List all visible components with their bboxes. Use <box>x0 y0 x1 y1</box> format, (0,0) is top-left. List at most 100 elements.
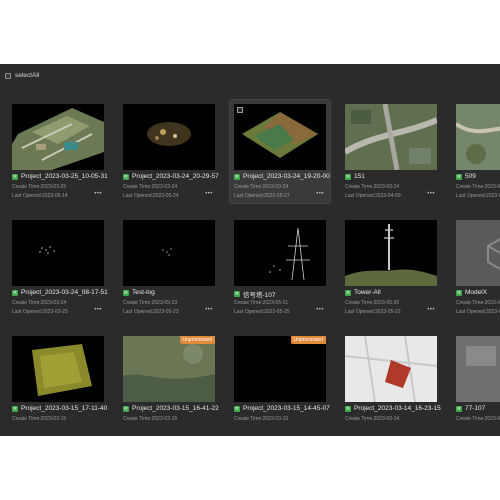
thumbnail-image <box>123 104 215 170</box>
project-card[interactable]: R Project_2023-03-25_10-05-31 Create Time:… <box>8 100 108 203</box>
last-opened: Last Opened:2023-05-24 <box>123 193 179 199</box>
create-time: Create Time:2023-03-24 <box>234 184 289 190</box>
project-thumbnail[interactable] <box>12 104 104 170</box>
project-thumbnail[interactable] <box>12 220 104 286</box>
create-time: Create Time:2023-05-20 <box>345 300 400 306</box>
thumbnail-image <box>456 220 500 286</box>
thumbnail-image <box>12 220 104 286</box>
project-title-text: Project_2023-03-24_08-17-51 <box>21 289 108 296</box>
project-title-text: 151 <box>354 173 365 180</box>
project-card[interactable]: R Tower-All Create Time:2023-05-20 Last Ope… <box>341 216 441 319</box>
project-card[interactable]: R Project_2023-03-24_08-17-51 Create Time:… <box>8 216 108 319</box>
project-gallery: selectAll R Project_2023-03-25_10-05-31 Cr… <box>0 64 500 436</box>
project-thumbnail[interactable] <box>123 104 215 170</box>
project-type-icon: R <box>456 173 462 180</box>
more-options-icon[interactable]: ••• <box>94 307 102 313</box>
thumbnail-image <box>12 104 104 170</box>
project-thumbnail[interactable] <box>234 104 326 170</box>
thumbnail-image <box>345 220 437 286</box>
project-type-icon: R <box>345 289 351 296</box>
project-title-text: 信号塔-107 <box>243 292 276 299</box>
project-thumbnail[interactable] <box>345 220 437 286</box>
project-card[interactable]: R ModelX Create Time:2023-0 Last Opened:202… <box>452 216 500 319</box>
create-time: Create Time:2023-03-15 <box>234 416 289 422</box>
thumbnail-image <box>123 220 215 286</box>
thumbnail-image <box>12 336 104 402</box>
more-options-icon[interactable]: ••• <box>205 191 213 197</box>
more-options-icon[interactable]: ••• <box>427 191 435 197</box>
project-thumbnail[interactable] <box>456 336 500 402</box>
last-opened: Last Opened:2023-05-25 <box>234 309 290 315</box>
more-options-icon[interactable]: ••• <box>205 307 213 313</box>
create-time: Create Time:2023-05-23 <box>123 300 178 306</box>
thumbnail-image <box>123 336 215 402</box>
project-title-text: Project_2023-03-15_17-11-40 <box>21 405 108 412</box>
project-type-icon: R <box>123 289 129 296</box>
project-title-text: ModelX <box>465 289 488 296</box>
project-card[interactable]: R Project_2023-03-14_16-23-15 Create Time:… <box>341 332 441 435</box>
project-title-text: Test-log <box>132 289 155 296</box>
more-options-icon[interactable]: ••• <box>316 307 324 313</box>
thumbnail-image <box>234 220 326 286</box>
last-opened: Last Opened:2023-05-22 <box>345 309 401 315</box>
create-time: Create Time:2023-03-24 <box>12 300 67 306</box>
project-title-text: Project_2023-03-24_20-29-57 <box>132 173 219 180</box>
project-type-icon: R <box>234 291 240 297</box>
project-title: R 信号塔-107 <box>234 289 276 299</box>
project-title: R Tower-All <box>345 289 381 296</box>
project-type-icon: R <box>456 289 462 296</box>
project-title: R Project_2023-03-24_19-20-00 <box>234 173 330 180</box>
last-opened: Last Opened:2023-05-27 <box>234 193 290 199</box>
project-title: R Project_2023-03-15_16-41-22 <box>123 405 219 412</box>
project-card[interactable]: R Test-log Create Time:2023-05-23 Last Open… <box>119 216 219 319</box>
card-checkbox[interactable] <box>237 107 243 113</box>
project-title-text: Project_2023-03-15_16-41-22 <box>132 405 219 412</box>
project-card[interactable]: R 77-107 Create Time:2023-0 <box>452 332 500 435</box>
unprocessed-badge: Unprocessed <box>179 336 215 344</box>
last-opened: Last Opened:2023-04-09 <box>345 193 401 199</box>
project-title: R Test-log <box>123 289 155 296</box>
more-options-icon[interactable]: ••• <box>427 307 435 313</box>
project-thumbnail[interactable] <box>345 336 437 402</box>
project-title-text: Project_2023-03-25_10-05-31 <box>21 173 108 180</box>
create-time: Create Time:2023-0 <box>456 416 500 422</box>
project-thumbnail[interactable] <box>234 220 326 286</box>
create-time: Create Time:2023-0 <box>456 300 500 306</box>
project-card[interactable]: R 509 Create Time:2023-0 Last Opened:2023-0… <box>452 100 500 203</box>
project-thumbnail[interactable] <box>456 104 500 170</box>
project-card[interactable]: Unprocessed R Project_2023-03-15_14-45-07 C… <box>230 332 330 435</box>
last-opened: Last Opened:2023-0 <box>456 193 500 199</box>
last-opened: Last Opened:2023-03-25 <box>12 309 68 315</box>
project-card[interactable]: R Project_2023-03-24_20-29-57 Create Time:… <box>119 100 219 203</box>
project-title-text: Project_2023-03-15_14-45-07 <box>243 405 330 412</box>
create-time: Create Time:2023-05-21 <box>234 300 289 306</box>
project-grid: R Project_2023-03-25_10-05-31 Create Time:… <box>0 64 500 436</box>
project-card[interactable]: R Project_2023-03-24_19-20-00 Create Time:… <box>229 99 331 204</box>
project-thumbnail[interactable] <box>456 220 500 286</box>
project-thumbnail[interactable]: Unprocessed <box>123 336 215 402</box>
project-thumbnail[interactable] <box>12 336 104 402</box>
project-title: R Project_2023-03-24_08-17-51 <box>12 289 108 296</box>
last-opened: Last Opened:2023-05-14 <box>12 193 68 199</box>
project-card[interactable]: R Project_2023-03-15_17-11-40 Create Time:… <box>8 332 108 435</box>
create-time: Create Time:2023-03-24 <box>123 184 178 190</box>
create-time: Create Time:2023-03-14 <box>345 416 400 422</box>
project-title-text: 77-107 <box>465 405 486 412</box>
more-options-icon[interactable]: ••• <box>316 191 324 197</box>
project-title: R 151 <box>345 173 365 180</box>
project-title-text: 509 <box>465 173 476 180</box>
project-thumbnail[interactable] <box>345 104 437 170</box>
more-options-icon[interactable]: ••• <box>94 191 102 197</box>
project-title: R 77-107 <box>456 405 485 412</box>
project-card[interactable]: Unprocessed R Project_2023-03-15_16-41-22 C… <box>119 332 219 435</box>
create-time: Create Time:2023-03-24 <box>345 184 400 190</box>
project-thumbnail[interactable]: Unprocessed <box>234 336 326 402</box>
project-thumbnail[interactable] <box>123 220 215 286</box>
unprocessed-badge: Unprocessed <box>290 336 326 344</box>
project-card[interactable]: R 151 Create Time:2023-03-24 Last Opened:20… <box>341 100 441 203</box>
project-type-icon: R <box>456 405 462 412</box>
project-title: R 509 <box>456 173 476 180</box>
project-card[interactable]: R 信号塔-107 Create Time:2023-05-21 Last Opene… <box>230 216 330 319</box>
last-opened: Last Opened:2023-05-23 <box>123 309 179 315</box>
project-type-icon: R <box>123 173 129 180</box>
